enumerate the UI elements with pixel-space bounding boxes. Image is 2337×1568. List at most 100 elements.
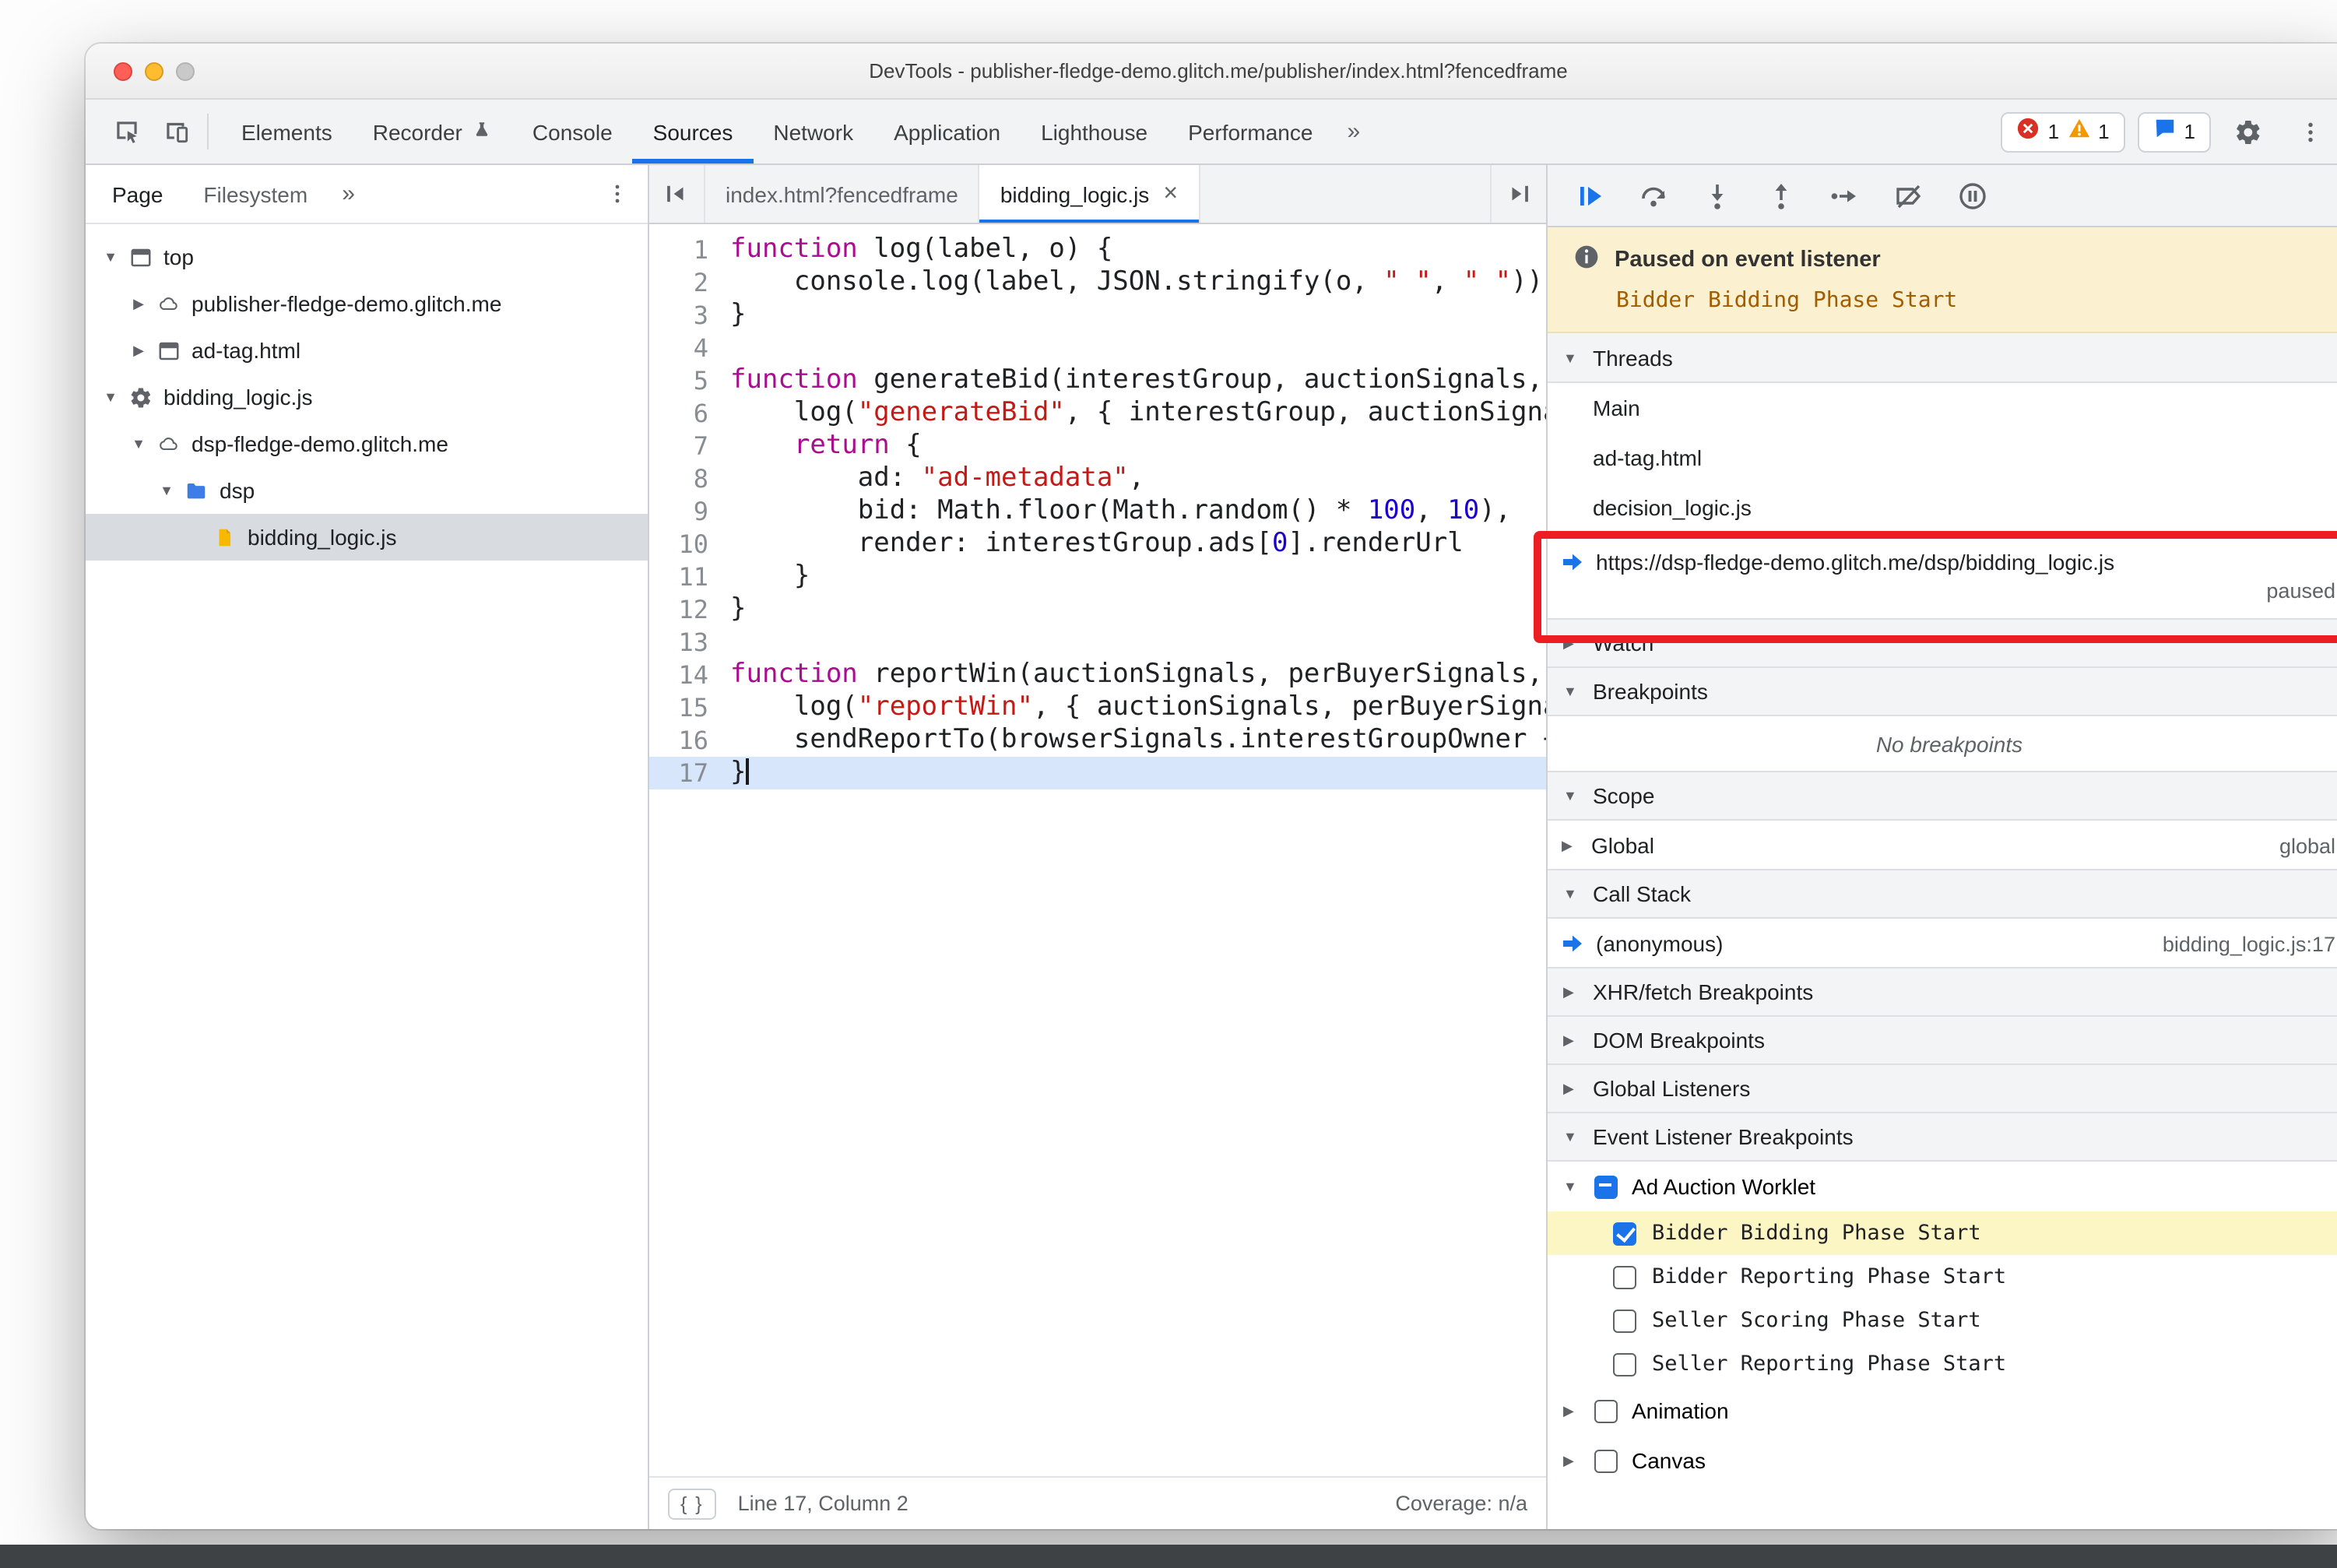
code-line[interactable]: 5 function generateBid(interestGroup, auc… [649,364,1546,397]
step-icon[interactable] [1828,178,1862,213]
code-line[interactable]: 1 function log(label, o) { [649,234,1546,266]
code-line[interactable]: 13 [649,626,1546,659]
line-number[interactable]: 9 [649,495,730,528]
section-header-breakpoints[interactable]: ▼ Breakpoints [1548,666,2337,716]
tab-sources[interactable]: Sources [632,100,754,163]
checkbox-animation[interactable] [1594,1399,1618,1422]
code-line[interactable]: 10 render: interestGroup.ads[0].renderUr… [649,528,1546,561]
issues-badge[interactable]: 1 [2137,111,2211,152]
code-line[interactable]: 12} [649,593,1546,626]
line-number[interactable]: 8 [649,462,730,495]
section-header-scope[interactable]: ▼ Scope [1548,771,2337,821]
checkbox-ad-auction-worklet[interactable] [1594,1175,1618,1198]
sidebar-tab-page[interactable]: Page [92,165,183,223]
elb-event-seller-scoring-phase-start[interactable]: Seller Scoring Phase Start [1548,1299,2337,1342]
tree-item-dsp-fledge-demo-glitch-me[interactable]: ▼ dsp-fledge-demo.glitch.me [86,420,648,467]
tab-network[interactable]: Network [753,100,873,163]
section-header-call-stack[interactable]: ▼ Call Stack [1548,869,2337,919]
tab-performance[interactable]: Performance [1168,100,1333,163]
line-number[interactable]: 3 [649,299,730,332]
thread-item-main[interactable]: Main [1548,383,2337,433]
code-line[interactable]: 16 sendReportTo(browserSignals.interestG… [649,724,1546,757]
line-number[interactable]: 17 [649,757,730,789]
inspect-element-icon[interactable] [101,100,151,163]
device-toolbar-icon[interactable] [151,100,201,163]
thread-item-decision-logic-js[interactable]: decision_logic.js [1548,483,2337,533]
tab-recorder[interactable]: Recorder [353,100,512,163]
navigator-kebab-menu-icon[interactable] [592,181,641,207]
section-header-dom-breakpoints[interactable]: ▶ DOM Breakpoints [1548,1015,2337,1065]
section-header-global-listeners[interactable]: ▶ Global Listeners [1548,1063,2337,1113]
more-navigator-tabs-chevron[interactable]: » [328,181,369,207]
thread-item-active[interactable]: https://dsp-fledge-demo.glitch.me/dsp/bi… [1548,533,2337,620]
chevron-down-icon[interactable]: ▼ [154,483,179,498]
tree-item-publisher-fledge-demo-glitch-me[interactable]: ▶ publisher-fledge-demo.glitch.me [86,280,648,327]
section-header-threads[interactable]: ▼ Threads [1548,333,2337,383]
step-over-icon[interactable] [1636,178,1671,213]
zoom-window-button[interactable] [176,62,195,80]
settings-gear-icon[interactable] [2223,118,2273,146]
line-number[interactable]: 4 [649,332,730,364]
tree-item-dsp[interactable]: ▼ dsp [86,467,648,514]
line-number[interactable]: 12 [649,593,730,626]
line-number[interactable]: 1 [649,234,730,266]
section-header-event-listener-breakpoints[interactable]: ▼ Event Listener Breakpoints [1548,1112,2337,1162]
line-number[interactable]: 2 [649,266,730,299]
section-header-xhr-fetch-breakpoints[interactable]: ▶ XHR/fetch Breakpoints [1548,967,2337,1017]
section-header-watch[interactable]: ▶ Watch [1548,618,2337,668]
elb-group-ad-auction-worklet[interactable]: ▼ Ad Auction Worklet [1548,1162,2337,1211]
chevron-right-icon[interactable]: ▶ [126,295,151,312]
editor-tab-index-html-fencedframe[interactable]: index.html?fencedframe [705,165,980,223]
elb-event-bidder-bidding-phase-start[interactable]: Bidder Bidding Phase Start [1548,1211,2337,1255]
deactivate-breakpoints-icon[interactable] [1892,178,1926,213]
tab-elements[interactable]: Elements [221,100,353,163]
chevron-down-icon[interactable]: ▼ [98,249,123,265]
pause-on-exceptions-icon[interactable] [1956,178,1990,213]
code-line[interactable]: 8 ad: "ad-metadata", [649,462,1546,495]
tab-console[interactable]: Console [512,100,633,163]
code-line[interactable]: 9 bid: Math.floor(Math.random() * 100, 1… [649,495,1546,528]
more-tabs-icon[interactable] [1490,165,1546,223]
code-line[interactable]: 15 log("reportWin", { auctionSignals, pe… [649,691,1546,724]
line-number[interactable]: 6 [649,397,730,430]
more-panels-chevron[interactable]: » [1333,100,1374,163]
hide-navigator-icon[interactable] [649,165,705,223]
tree-item-bidding-logic-js[interactable]: bidding_logic.js [86,514,648,561]
chevron-down-icon[interactable]: ▼ [98,389,123,405]
line-number[interactable]: 15 [649,691,730,724]
editor-tab-bidding-logic-js[interactable]: bidding_logic.js × [979,165,1200,223]
tree-item-bidding-logic-js[interactable]: ▼ bidding_logic.js [86,374,648,420]
error-warning-badges[interactable]: 1 1 [2001,111,2125,152]
tree-item-ad-tag-html[interactable]: ▶ ad-tag.html [86,327,648,374]
kebab-menu-icon[interactable] [2286,118,2335,146]
pretty-print-button[interactable]: { } [668,1488,716,1519]
tab-application[interactable]: Application [873,100,1021,163]
checkbox-bidder-reporting-phase-start[interactable] [1613,1265,1636,1289]
sidebar-tab-filesystem[interactable]: Filesystem [183,165,328,223]
line-number[interactable]: 10 [649,528,730,561]
tab-lighthouse[interactable]: Lighthouse [1021,100,1168,163]
call-stack-frame[interactable]: (anonymous) bidding_logic.js:17 [1548,919,2337,969]
line-number[interactable]: 14 [649,659,730,691]
elb-event-seller-reporting-phase-start[interactable]: Seller Reporting Phase Start [1548,1342,2337,1386]
code-line[interactable]: 17} [649,757,1546,789]
step-into-icon[interactable] [1700,178,1734,213]
close-tab-icon[interactable]: × [1163,181,1178,206]
line-number[interactable]: 7 [649,430,730,462]
line-number[interactable]: 5 [649,364,730,397]
checkbox-bidder-bidding-phase-start[interactable] [1613,1222,1636,1245]
code-line[interactable]: 3} [649,299,1546,332]
line-number[interactable]: 11 [649,561,730,593]
close-window-button[interactable] [114,62,132,80]
minimize-window-button[interactable] [145,62,163,80]
tree-item-top[interactable]: ▼ top [86,234,648,280]
thread-item-ad-tag-html[interactable]: ad-tag.html [1548,433,2337,483]
elb-event-bidder-reporting-phase-start[interactable]: Bidder Reporting Phase Start [1548,1255,2337,1299]
chevron-down-icon[interactable]: ▼ [126,436,151,452]
resume-script-icon[interactable] [1573,178,1607,213]
chevron-right-icon[interactable]: ▶ [126,342,151,359]
line-number[interactable]: 16 [649,724,730,757]
elb-group-animation[interactable]: ▶ Animation [1548,1386,2337,1436]
checkbox-canvas[interactable] [1594,1449,1618,1472]
scope-row-global[interactable]: ▶ Global global [1548,821,2337,870]
